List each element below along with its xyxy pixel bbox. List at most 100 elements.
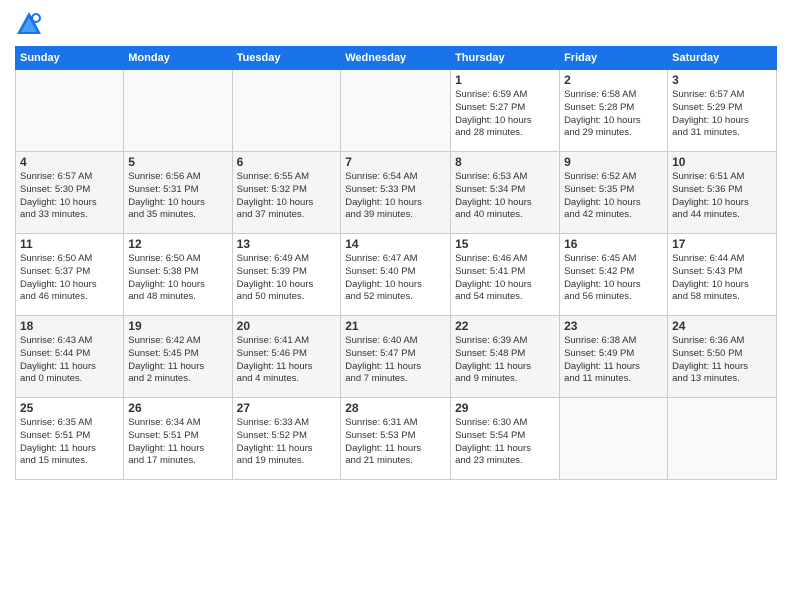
weekday-header-tuesday: Tuesday (232, 47, 341, 70)
calendar-cell: 11 Sunrise: 6:50 AM Sunset: 5:37 PM Dayli… (16, 234, 124, 316)
calendar-cell: 4 Sunrise: 6:57 AM Sunset: 5:30 PM Daylig… (16, 152, 124, 234)
calendar-cell: 19 Sunrise: 6:42 AM Sunset: 5:45 PM Dayli… (124, 316, 232, 398)
weekday-header-friday: Friday (560, 47, 668, 70)
calendar-cell: 6Sunrise: 6:55 AM Sunset: 5:32 PM Daylig… (232, 152, 341, 234)
calendar-cell (341, 70, 451, 152)
calendar-week-1: 1 Sunrise: 6:59 AM Sunset: 5:27 PM Daylig… (16, 70, 777, 152)
calendar-cell: 13 Sunrise: 6:49 AM Sunset: 5:39 PM Dayli… (232, 234, 341, 316)
day-number: 17 (672, 237, 772, 251)
calendar-week-3: 11 Sunrise: 6:50 AM Sunset: 5:37 PM Dayli… (16, 234, 777, 316)
day-info: Sunrise: 6:43 AM Sunset: 5:44 PM Dayligh… (20, 335, 119, 386)
day-number: 14 (345, 237, 446, 251)
logo (15, 10, 47, 38)
calendar-cell: 24 Sunrise: 6:36 AM Sunset: 5:50 PM Dayli… (668, 316, 777, 398)
day-number: 9 (564, 155, 663, 169)
calendar-cell: 14 Sunrise: 6:47 AM Sunset: 5:40 PM Dayli… (341, 234, 451, 316)
day-info: Sunrise: 6:31 AM Sunset: 5:53 PM Dayligh… (345, 417, 446, 468)
day-info: Sunrise: 6:57 AM Sunset: 5:30 PM Dayligh… (20, 171, 119, 222)
day-info: Sunrise: 6:50 AM Sunset: 5:37 PM Dayligh… (20, 253, 119, 304)
day-number: 29 (455, 401, 555, 415)
day-info: Sunrise: 6:49 AM Sunset: 5:39 PM Dayligh… (237, 253, 337, 304)
calendar-table: SundayMondayTuesdayWednesdayThursdayFrid… (15, 46, 777, 480)
calendar-cell: 5 Sunrise: 6:56 AM Sunset: 5:31 PM Daylig… (124, 152, 232, 234)
calendar-cell (560, 398, 668, 480)
day-info: Sunrise: 6:34 AM Sunset: 5:51 PM Dayligh… (128, 417, 227, 468)
day-number: 27 (237, 401, 337, 415)
day-info: Sunrise: 6:54 AM Sunset: 5:33 PM Dayligh… (345, 171, 446, 222)
calendar-cell: 10 Sunrise: 6:51 AM Sunset: 5:36 PM Dayli… (668, 152, 777, 234)
day-info: Sunrise: 6:38 AM Sunset: 5:49 PM Dayligh… (564, 335, 663, 386)
calendar-cell: 27 Sunrise: 6:33 AM Sunset: 5:52 PM Dayli… (232, 398, 341, 480)
calendar-week-4: 18 Sunrise: 6:43 AM Sunset: 5:44 PM Dayli… (16, 316, 777, 398)
day-info: Sunrise: 6:36 AM Sunset: 5:50 PM Dayligh… (672, 335, 772, 386)
day-number: 11 (20, 237, 119, 251)
calendar-cell: 29 Sunrise: 6:30 AM Sunset: 5:54 PM Dayli… (451, 398, 560, 480)
day-number: 24 (672, 319, 772, 333)
weekday-header-row: SundayMondayTuesdayWednesdayThursdayFrid… (16, 47, 777, 70)
weekday-header-sunday: Sunday (16, 47, 124, 70)
day-number: 1 (455, 73, 555, 87)
day-number: 23 (564, 319, 663, 333)
calendar-cell: 2 Sunrise: 6:58 AM Sunset: 5:28 PM Daylig… (560, 70, 668, 152)
day-number: 6 (237, 155, 337, 169)
day-info: Sunrise: 6:46 AM Sunset: 5:41 PM Dayligh… (455, 253, 555, 304)
day-number: 8 (455, 155, 555, 169)
day-info: Sunrise: 6:52 AM Sunset: 5:35 PM Dayligh… (564, 171, 663, 222)
calendar-week-5: 25 Sunrise: 6:35 AM Sunset: 5:51 PM Dayli… (16, 398, 777, 480)
calendar-cell: 7 Sunrise: 6:54 AM Sunset: 5:33 PM Daylig… (341, 152, 451, 234)
day-number: 21 (345, 319, 446, 333)
calendar-cell: 21 Sunrise: 6:40 AM Sunset: 5:47 PM Dayli… (341, 316, 451, 398)
day-number: 22 (455, 319, 555, 333)
calendar-cell: 9 Sunrise: 6:52 AM Sunset: 5:35 PM Daylig… (560, 152, 668, 234)
weekday-header-monday: Monday (124, 47, 232, 70)
day-number: 25 (20, 401, 119, 415)
page-container: SundayMondayTuesdayWednesdayThursdayFrid… (0, 0, 792, 490)
day-number: 13 (237, 237, 337, 251)
calendar-cell: 23 Sunrise: 6:38 AM Sunset: 5:49 PM Dayli… (560, 316, 668, 398)
calendar-cell: 8 Sunrise: 6:53 AM Sunset: 5:34 PM Daylig… (451, 152, 560, 234)
calendar-cell: 17 Sunrise: 6:44 AM Sunset: 5:43 PM Dayli… (668, 234, 777, 316)
day-number: 7 (345, 155, 446, 169)
calendar-cell: 28Sunrise: 6:31 AM Sunset: 5:53 PM Dayli… (341, 398, 451, 480)
calendar-cell: 1 Sunrise: 6:59 AM Sunset: 5:27 PM Daylig… (451, 70, 560, 152)
calendar-cell: 26 Sunrise: 6:34 AM Sunset: 5:51 PM Dayli… (124, 398, 232, 480)
calendar-cell (16, 70, 124, 152)
day-number: 26 (128, 401, 227, 415)
logo-icon (15, 10, 43, 38)
day-number: 4 (20, 155, 119, 169)
day-number: 3 (672, 73, 772, 87)
day-info: Sunrise: 6:45 AM Sunset: 5:42 PM Dayligh… (564, 253, 663, 304)
calendar-cell: 12Sunrise: 6:50 AM Sunset: 5:38 PM Dayli… (124, 234, 232, 316)
calendar-cell (232, 70, 341, 152)
day-info: Sunrise: 6:44 AM Sunset: 5:43 PM Dayligh… (672, 253, 772, 304)
day-number: 18 (20, 319, 119, 333)
calendar-cell: 3Sunrise: 6:57 AM Sunset: 5:29 PM Daylig… (668, 70, 777, 152)
day-info: Sunrise: 6:40 AM Sunset: 5:47 PM Dayligh… (345, 335, 446, 386)
day-info: Sunrise: 6:47 AM Sunset: 5:40 PM Dayligh… (345, 253, 446, 304)
day-info: Sunrise: 6:56 AM Sunset: 5:31 PM Dayligh… (128, 171, 227, 222)
day-number: 5 (128, 155, 227, 169)
day-info: Sunrise: 6:59 AM Sunset: 5:27 PM Dayligh… (455, 89, 555, 140)
calendar-cell: 22Sunrise: 6:39 AM Sunset: 5:48 PM Dayli… (451, 316, 560, 398)
day-info: Sunrise: 6:42 AM Sunset: 5:45 PM Dayligh… (128, 335, 227, 386)
calendar-cell: 15 Sunrise: 6:46 AM Sunset: 5:41 PM Dayli… (451, 234, 560, 316)
day-info: Sunrise: 6:35 AM Sunset: 5:51 PM Dayligh… (20, 417, 119, 468)
calendar-cell: 25 Sunrise: 6:35 AM Sunset: 5:51 PM Dayli… (16, 398, 124, 480)
calendar-cell: 16 Sunrise: 6:45 AM Sunset: 5:42 PM Dayli… (560, 234, 668, 316)
day-info: Sunrise: 6:58 AM Sunset: 5:28 PM Dayligh… (564, 89, 663, 140)
weekday-header-saturday: Saturday (668, 47, 777, 70)
weekday-header-thursday: Thursday (451, 47, 560, 70)
calendar-cell: 20Sunrise: 6:41 AM Sunset: 5:46 PM Dayli… (232, 316, 341, 398)
weekday-header-wednesday: Wednesday (341, 47, 451, 70)
day-info: Sunrise: 6:53 AM Sunset: 5:34 PM Dayligh… (455, 171, 555, 222)
day-number: 16 (564, 237, 663, 251)
day-info: Sunrise: 6:30 AM Sunset: 5:54 PM Dayligh… (455, 417, 555, 468)
day-number: 10 (672, 155, 772, 169)
calendar-week-2: 4 Sunrise: 6:57 AM Sunset: 5:30 PM Daylig… (16, 152, 777, 234)
day-info: Sunrise: 6:51 AM Sunset: 5:36 PM Dayligh… (672, 171, 772, 222)
day-number: 15 (455, 237, 555, 251)
day-number: 2 (564, 73, 663, 87)
day-info: Sunrise: 6:33 AM Sunset: 5:52 PM Dayligh… (237, 417, 337, 468)
day-number: 19 (128, 319, 227, 333)
calendar-cell (124, 70, 232, 152)
